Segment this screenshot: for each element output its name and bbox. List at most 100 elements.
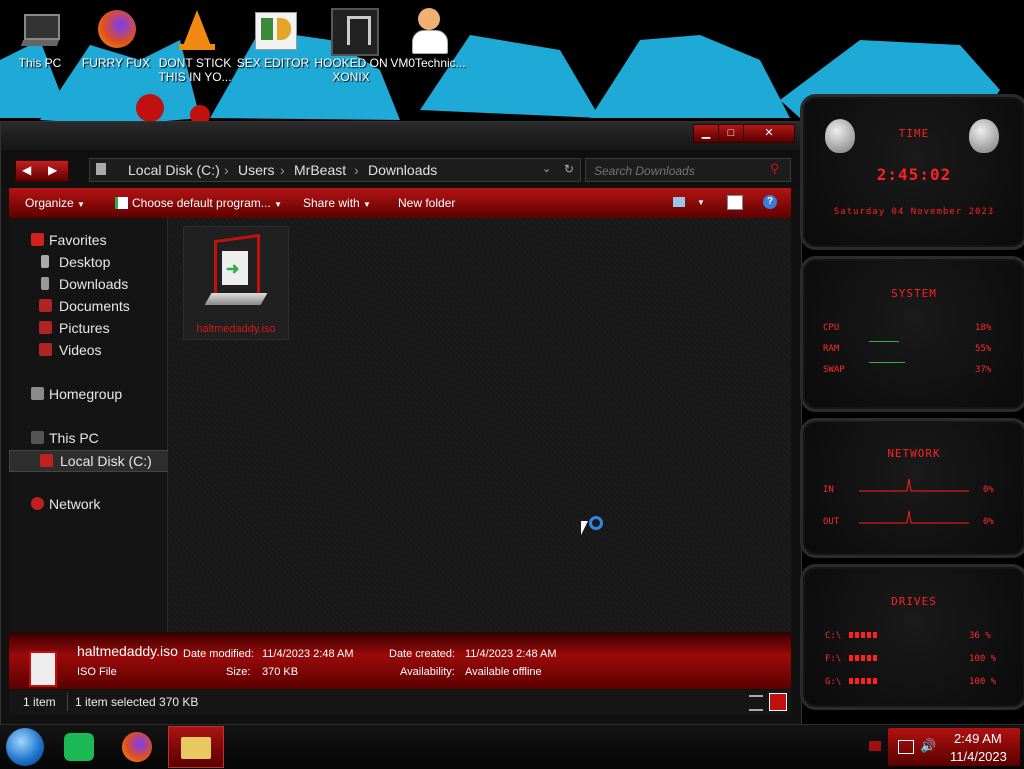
nav-local-disk[interactable]: Local Disk (C:) [9, 450, 169, 472]
desktop-icon-xonix[interactable]: HOOKED ON XONIX [313, 6, 389, 84]
desktop-icon-label: SEX EDITOR [236, 56, 310, 70]
details-file-type: ISO File [77, 666, 117, 678]
drives-gadget-title: DRIVES [891, 595, 937, 608]
folder-icon [181, 737, 211, 759]
nav-pictures[interactable]: Pictures [9, 318, 167, 338]
selection-info: 1 item selected 370 KB [75, 695, 199, 709]
volume-icon[interactable]: 🔊 [920, 738, 936, 754]
refresh-icon[interactable]: ↻ [564, 162, 574, 176]
gadget-date: Saturday 04 November 2023 [833, 207, 995, 217]
system-gadget-title: SYSTEM [891, 287, 937, 300]
system-gadget[interactable]: SYSTEM CPU 18% RAM 55% SWAP 37% [800, 256, 1024, 412]
ram-graph-line [869, 341, 899, 342]
availability-value: Available offline [465, 666, 542, 678]
time-gadget-title: TIME [898, 127, 930, 140]
homegroup-icon [31, 387, 44, 400]
network-in-value: 0% [983, 485, 994, 495]
network-in-graph [859, 478, 969, 492]
explorer-window: ▁ □ ✕ ◀ ▶ Local Disk (C:) › Users › MrBe… [0, 121, 802, 725]
busy-cursor-icon [581, 521, 588, 535]
explorer-taskbar-button[interactable] [168, 726, 224, 768]
preview-pane-icon[interactable] [727, 195, 743, 210]
nav-desktop[interactable]: Desktop [9, 252, 167, 272]
new-folder-button[interactable]: New folder [398, 196, 455, 210]
nav-videos[interactable]: Videos [9, 340, 167, 360]
availability-label: Availability: [400, 666, 455, 678]
maximize-button[interactable]: □ [718, 124, 744, 143]
spotify-taskbar-button[interactable] [62, 731, 96, 763]
change-view-icon[interactable] [673, 197, 685, 207]
file-name: haltmedaddy.iso [196, 323, 276, 335]
chevron-down-icon: ▼ [274, 200, 283, 209]
chevron-down-icon[interactable]: ▼ [697, 198, 705, 207]
desktop-icon-furry-fux[interactable]: FURRY FUX [78, 6, 154, 70]
back-arrow-icon[interactable]: ◀ [22, 163, 31, 177]
cpu-value: 18% [975, 323, 992, 333]
nav-documents[interactable]: Documents [9, 296, 167, 316]
window-titlebar[interactable]: ▁ □ ✕ [1, 122, 801, 150]
firefox-icon [94, 6, 138, 54]
time-gadget[interactable]: TIME 2:45:02 Saturday 04 November 2023 [800, 94, 1024, 250]
clock-time[interactable]: 2:49 AM [954, 731, 1002, 746]
breadcrumb-mrbeast[interactable]: MrBeast [294, 162, 346, 178]
chevron-down-icon[interactable]: ⌄ [542, 162, 551, 175]
desktop-icon-vlc[interactable]: DONT STICK THIS IN YO... [157, 6, 233, 84]
help-icon[interactable]: ? [763, 195, 777, 209]
breadcrumb-separator-icon: › [224, 162, 229, 178]
cpu-label: CPU [823, 323, 840, 333]
drives-gadget[interactable]: DRIVES C:\ 36 % F:\ 100 % G:\ 100 % [800, 564, 1024, 710]
file-item[interactable]: ➜ haltmedaddy.iso [183, 226, 289, 340]
desktop-icon-this-pc[interactable]: This PC [2, 6, 78, 70]
breadcrumb-local-disk[interactable]: Local Disk (C:) [128, 162, 220, 178]
file-list[interactable]: ➜ haltmedaddy.iso [168, 218, 791, 632]
desktop-icon-hex-editor[interactable]: SEX EDITOR [235, 6, 311, 70]
clock-date[interactable]: 11/4/2023 [950, 749, 1007, 764]
nav-this-pc[interactable]: This PC [9, 428, 167, 448]
ram-value: 55% [975, 344, 992, 354]
chevron-down-icon: ▼ [363, 200, 371, 209]
size-label: Size: [226, 666, 251, 678]
nav-favorites[interactable]: Favorites [9, 230, 167, 250]
share-with-button[interactable]: Share with ▼ [303, 196, 371, 210]
start-button[interactable] [6, 728, 44, 766]
address-bar[interactable]: Local Disk (C:) › Users › MrBeast › Down… [89, 158, 581, 182]
organize-button[interactable]: Organize ▼ [25, 196, 85, 210]
spotify-icon [64, 733, 94, 761]
iso-file-icon [29, 651, 57, 687]
system-tray: 🔊 2:49 AM 11/4/2023 [888, 728, 1020, 766]
computer-icon [31, 431, 44, 444]
details-view-icon[interactable] [749, 695, 763, 711]
star-icon [31, 233, 44, 246]
search-icon[interactable]: ⚲ [770, 161, 780, 177]
nav-downloads[interactable]: Downloads [9, 274, 167, 294]
search-input[interactable] [592, 162, 766, 180]
desktop-icon-vm0technic[interactable]: VM0Technic... [390, 6, 466, 70]
videos-icon [39, 343, 52, 356]
drive-c-label: C:\ [825, 631, 842, 641]
search-box: ⚲ [585, 158, 791, 182]
minimize-button[interactable]: ▁ [693, 124, 719, 143]
choose-default-program-button[interactable]: Choose default program... ▼ [115, 196, 282, 210]
network-in-label: IN [823, 485, 834, 495]
status-divider [67, 693, 68, 711]
forward-arrow-icon[interactable]: ▶ [48, 163, 57, 177]
firefox-taskbar-button[interactable] [118, 729, 156, 765]
close-button[interactable]: ✕ [743, 124, 795, 143]
desktop-icon-label: DONT STICK THIS IN YO... [158, 56, 232, 84]
breadcrumb-users[interactable]: Users [238, 162, 275, 178]
swap-graph-line [869, 362, 905, 363]
nav-homegroup[interactable]: Homegroup [9, 384, 167, 404]
breadcrumb-downloads[interactable]: Downloads [368, 162, 437, 178]
back-forward-buttons[interactable]: ◀ ▶ [15, 160, 69, 182]
large-icons-view-icon[interactable] [769, 693, 787, 711]
desktop-icon-label: FURRY FUX [81, 56, 151, 70]
nav-network[interactable]: Network [9, 494, 167, 514]
drive-icon [40, 454, 53, 467]
show-hidden-icons-icon[interactable] [869, 741, 881, 751]
drive-icon [96, 163, 106, 175]
network-status-icon[interactable] [898, 740, 914, 754]
breadcrumb-separator-icon: › [280, 162, 285, 178]
network-gadget[interactable]: NETWORK IN 0% OUT 0% [800, 418, 1024, 558]
chevron-down-icon: ▼ [77, 200, 85, 209]
date-modified-value: 11/4/2023 2:48 AM [262, 648, 354, 660]
